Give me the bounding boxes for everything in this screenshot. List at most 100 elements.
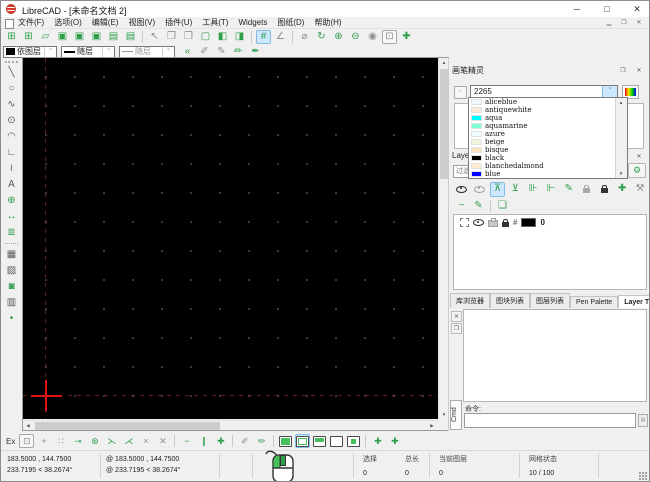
gear-icon[interactable]: ⚙: [628, 163, 646, 178]
chevron-down-icon[interactable]: ˇ: [162, 47, 174, 57]
snap-distance[interactable]: ⋌: [121, 434, 136, 448]
menu-edit[interactable]: 编辑(E): [87, 17, 124, 29]
layer-construction-icon[interactable]: #: [513, 218, 517, 227]
tool-arc[interactable]: ◠: [3, 129, 20, 145]
tool-dimension[interactable]: ⊕: [3, 193, 20, 209]
color-option-beige[interactable]: beige: [469, 138, 615, 146]
layer-visibility-icon[interactable]: [473, 219, 484, 226]
paste[interactable]: ❒: [181, 30, 196, 44]
command-dock-tab[interactable]: Cmd: [450, 400, 462, 430]
tool-block[interactable]: ▦: [3, 247, 20, 263]
command-input[interactable]: [464, 413, 636, 428]
print-preview[interactable]: ▤: [123, 30, 138, 44]
close-button[interactable]: ✕: [623, 1, 650, 17]
tab-layer-list[interactable]: 图层列表: [530, 293, 570, 308]
snap-middle[interactable]: ⋋: [104, 434, 119, 448]
color-option-azure[interactable]: azure: [469, 130, 615, 138]
zoom-auto[interactable]: ◉: [365, 30, 380, 44]
tool-spline[interactable]: ∿: [3, 97, 20, 113]
menu-options[interactable]: 选项(O): [49, 17, 87, 29]
mdi-minimize[interactable]: ▁: [603, 18, 615, 28]
tool-image[interactable]: ◙: [3, 279, 20, 295]
mdi-close[interactable]: ✕: [633, 18, 645, 28]
select-pointer[interactable]: ↖: [147, 30, 162, 44]
zoom-in[interactable]: ⊕: [331, 30, 346, 44]
copy[interactable]: ❐: [164, 30, 179, 44]
layer-lock-icon[interactable]: [502, 222, 509, 227]
workspace-4[interactable]: [329, 434, 344, 448]
maximize-button[interactable]: □: [593, 1, 621, 17]
restrict-vertical[interactable]: ❙: [196, 434, 211, 448]
duplicate-layer[interactable]: ❏: [495, 199, 510, 213]
tool-freehand[interactable]: ≀: [3, 161, 20, 177]
scroll-up-icon[interactable]: ▲: [616, 98, 626, 107]
chevron-down-icon[interactable]: ˇ: [102, 47, 114, 57]
color-option-aquamarine[interactable]: aquamarine: [469, 122, 615, 130]
tool-polyline[interactable]: ∟: [3, 145, 20, 161]
previous-view[interactable]: ◧: [215, 30, 230, 44]
new-from-template[interactable]: ⊞: [21, 30, 36, 44]
drawing-canvas[interactable]: [23, 58, 438, 419]
pen-linetype-combo[interactable]: 随层 ˇ: [61, 46, 115, 58]
tool-line[interactable]: ╲: [3, 65, 20, 81]
expand-tree[interactable]: ⊪: [525, 182, 541, 197]
scroll-left-icon[interactable]: ◀: [23, 421, 33, 430]
snap-intersection[interactable]: ×: [138, 434, 153, 448]
grid-toggle[interactable]: #: [256, 30, 271, 44]
tool-polygon[interactable]: ▥: [3, 295, 20, 311]
tab-pen-palette[interactable]: Pen Palette: [570, 296, 618, 308]
layer-color-swatch[interactable]: [521, 218, 536, 227]
workspace-3[interactable]: [312, 434, 327, 448]
resize-grip[interactable]: [639, 472, 647, 480]
tool-point[interactable]: •: [3, 311, 20, 327]
pen-width-combo[interactable]: 随层 ˇ: [119, 46, 175, 58]
color-option-bisque[interactable]: bisque: [469, 146, 615, 154]
menu-view[interactable]: 视图(V): [123, 17, 160, 29]
save-as[interactable]: ▣: [72, 30, 87, 44]
new-drawing[interactable]: ⊞: [4, 30, 19, 44]
restrict-horizontal[interactable]: −: [179, 434, 194, 448]
snap-on-entity[interactable]: ⊸: [70, 434, 85, 448]
next-view[interactable]: ◨: [232, 30, 247, 44]
zoom-pan[interactable]: ✚: [399, 30, 414, 44]
chevron-down-icon[interactable]: ˇ: [44, 47, 56, 57]
minimize-button[interactable]: ─: [563, 1, 591, 17]
color-option-antiquewhite[interactable]: antiquewhite: [469, 106, 615, 114]
save-file[interactable]: ▣: [55, 30, 70, 44]
zoom-window[interactable]: ⊡: [382, 30, 397, 44]
vertical-scroll-thumb[interactable]: [440, 69, 448, 179]
unlock-all-layers[interactable]: [579, 182, 595, 197]
workspace-5[interactable]: [346, 434, 361, 448]
tool-hatch[interactable]: ▨: [3, 263, 20, 279]
float-panel-icon[interactable]: ❐: [616, 65, 630, 78]
add-tab[interactable]: ✚: [370, 434, 385, 448]
pen-color-combo[interactable]: 依图层 ˇ: [3, 46, 57, 58]
workspace-1[interactable]: [278, 434, 293, 448]
layer-row[interactable]: # 0: [454, 215, 646, 227]
command-options-button[interactable]: ▤: [638, 414, 648, 427]
print[interactable]: ▤: [106, 30, 121, 44]
color-option-black[interactable]: black: [469, 154, 615, 162]
tool-text[interactable]: A: [3, 177, 20, 193]
dock-splitter[interactable]: [448, 58, 449, 431]
layer-list[interactable]: # 0: [453, 214, 647, 290]
lock-relative-zero[interactable]: ✏: [254, 434, 269, 448]
snap-endpoint[interactable]: ∷: [53, 434, 68, 448]
zoom-out[interactable]: ⊖: [348, 30, 363, 44]
pen-wizard-apply-button[interactable]: ▫: [454, 86, 467, 99]
add-layer[interactable]: ✚: [614, 182, 630, 197]
tab-library-browser[interactable]: 库浏览器: [450, 293, 490, 308]
modify-layer[interactable]: ✎: [471, 199, 486, 213]
color-option-aqua[interactable]: aqua: [469, 114, 615, 122]
mdi-restore[interactable]: ❐: [618, 18, 630, 28]
raise-level[interactable]: ⊼: [490, 182, 506, 197]
draft-mode[interactable]: ⌀: [297, 30, 312, 44]
command-close-icon[interactable]: ✕: [451, 311, 462, 322]
close-panel-icon[interactable]: ✕: [632, 65, 646, 78]
color-option-blue[interactable]: blue: [469, 170, 615, 178]
horizontal-scroll-thumb[interactable]: [35, 422, 220, 430]
menu-tools[interactable]: 工具(T): [197, 17, 233, 29]
remove-layer[interactable]: −: [454, 199, 469, 213]
command-float-icon[interactable]: ❐: [451, 323, 462, 334]
current-layer-indicator-icon[interactable]: [460, 218, 469, 227]
